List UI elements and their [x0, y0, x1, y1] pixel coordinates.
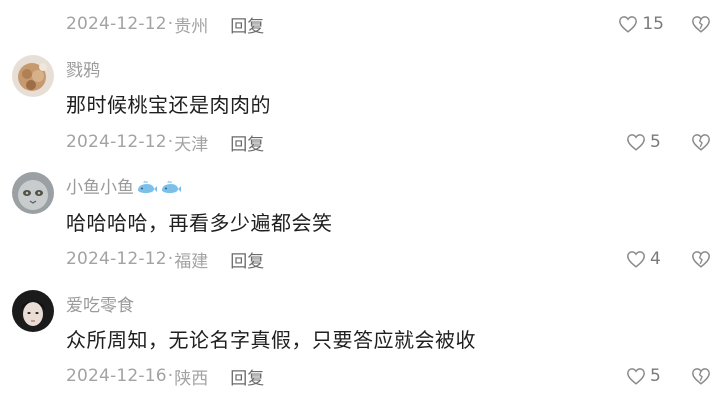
username-text: 小鱼小鱼	[66, 178, 134, 198]
comment-meta-row: 2024-12-12 · 贵州 回复	[66, 9, 714, 39]
heart-outline-icon	[619, 16, 638, 33]
dislike-button[interactable]	[686, 361, 716, 391]
comment-text: 那时候桃宝还是肉肉的	[66, 93, 271, 117]
dislike-button[interactable]	[686, 127, 716, 157]
comment-list: 2024-12-12 · 贵州 回复 15 戮鸦 那时候桃宝还是肉肉的 2024…	[0, 0, 720, 405]
like-button[interactable]: 5	[626, 361, 664, 391]
heart-outline-icon	[627, 251, 645, 268]
comment-meta-row: 2024-12-16 · 陕西 回复	[66, 361, 714, 391]
comment-location: 贵州	[174, 16, 209, 37]
comment-date: 2024-12-12	[66, 249, 167, 269]
avatar[interactable]	[12, 290, 54, 332]
avatar[interactable]	[12, 55, 54, 97]
like-count: 5	[650, 132, 661, 152]
like-button[interactable]: 5	[626, 127, 664, 157]
reply-button[interactable]: 回复	[230, 12, 264, 37]
like-count: 15	[642, 14, 664, 34]
reply-button[interactable]: 回复	[230, 247, 264, 272]
avatar-image	[12, 172, 54, 214]
comment-text: 众所周知，无论名字真假，只要答应就会被收	[66, 328, 476, 352]
username[interactable]: 小鱼小鱼	[66, 176, 182, 200]
heart-outline-icon	[627, 134, 645, 151]
reply-button[interactable]: 回复	[230, 130, 264, 155]
comment-location: 陕西	[174, 368, 209, 389]
whale-icon	[138, 180, 157, 193]
broken-heart-icon	[692, 368, 710, 385]
comment-date: 2024-12-12	[66, 132, 167, 152]
like-count: 5	[650, 366, 661, 386]
comment-meta-row: 2024-12-12 · 福建 回复	[66, 244, 714, 274]
comment-meta-row: 2024-12-12 · 天津 回复	[66, 127, 714, 157]
heart-outline-icon	[627, 368, 645, 385]
like-button[interactable]: 15	[618, 9, 664, 39]
dislike-button[interactable]	[686, 244, 716, 274]
broken-heart-icon	[692, 134, 710, 151]
whale-icon	[162, 180, 181, 193]
avatar-image	[12, 55, 54, 97]
dislike-button[interactable]	[686, 9, 716, 39]
like-count: 4	[650, 249, 661, 269]
avatar[interactable]	[12, 172, 54, 214]
avatar-image	[12, 290, 54, 332]
reply-button[interactable]: 回复	[230, 364, 264, 389]
like-button[interactable]: 4	[626, 244, 664, 274]
meta-separator: ·	[167, 249, 174, 269]
username[interactable]: 爱吃零食	[66, 294, 134, 318]
broken-heart-icon	[692, 16, 710, 33]
comment-text: 哈哈哈哈，再看多少遍都会笑	[66, 211, 333, 235]
meta-separator: ·	[167, 14, 174, 34]
username[interactable]: 戮鸦	[66, 59, 100, 83]
comment-location: 福建	[174, 251, 209, 272]
comment-date: 2024-12-12	[66, 14, 167, 34]
broken-heart-icon	[692, 251, 710, 268]
comment-location: 天津	[174, 134, 209, 155]
meta-separator: ·	[167, 366, 174, 386]
meta-separator: ·	[167, 132, 174, 152]
comment-date: 2024-12-16	[66, 366, 167, 386]
